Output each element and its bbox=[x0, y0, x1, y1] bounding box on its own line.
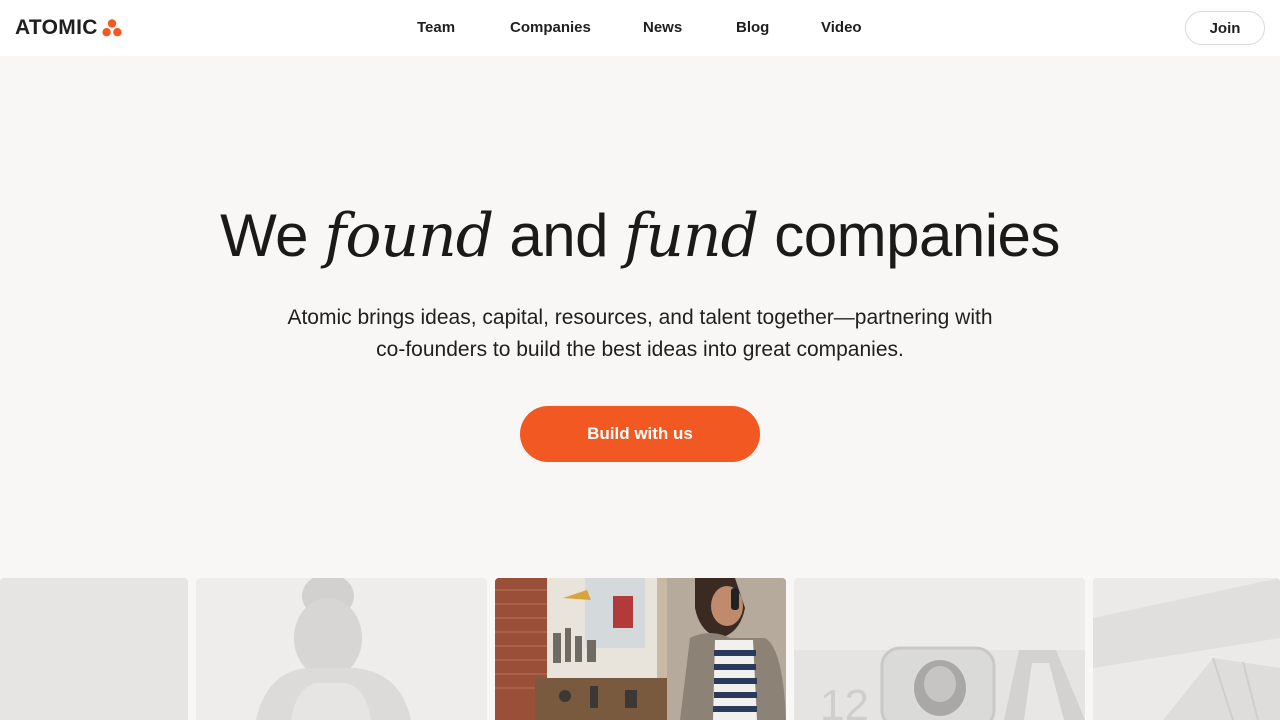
gallery-card-1[interactable] bbox=[0, 578, 188, 720]
gallery-card-4[interactable]: 12 bbox=[794, 578, 1085, 720]
hero-subtitle-line-2: co-founders to build the best ideas into… bbox=[376, 338, 904, 361]
interior-photo-icon bbox=[1093, 578, 1280, 720]
hero-title: We found and fund companies bbox=[0, 196, 1280, 276]
phone-app-photo-icon: 12 bbox=[794, 578, 1085, 720]
hero-title-companies: companies bbox=[774, 202, 1060, 269]
hero-title-fund: fund bbox=[624, 201, 759, 271]
gallery-card-3[interactable] bbox=[495, 578, 786, 720]
nav-item-companies[interactable]: Companies bbox=[510, 18, 591, 38]
hero-title-we: We bbox=[220, 202, 309, 269]
nav-item-team[interactable]: Team bbox=[417, 18, 455, 38]
nav-item-blog[interactable]: Blog bbox=[736, 18, 769, 38]
nav-item-video[interactable]: Video bbox=[821, 18, 862, 38]
top-navigation-bar: ATOMIC Team Companies News Blog Video Jo… bbox=[0, 0, 1280, 56]
person-phone-photo-icon bbox=[495, 578, 786, 720]
gallery-card-5[interactable] bbox=[1093, 578, 1280, 720]
build-with-us-button[interactable]: Build with us bbox=[520, 406, 760, 462]
gallery-card-2[interactable] bbox=[196, 578, 487, 720]
photo-carousel: 12 bbox=[0, 578, 1280, 720]
hero-title-found: found bbox=[324, 201, 494, 271]
photo-placeholder-icon bbox=[0, 578, 188, 720]
hero-subtitle: Atomic brings ideas, capital, resources,… bbox=[240, 302, 1040, 366]
phone-clock-text: 12 bbox=[820, 681, 869, 720]
nav-item-news[interactable]: News bbox=[643, 18, 682, 38]
hero-subtitle-line-1: Atomic brings ideas, capital, resources,… bbox=[287, 306, 993, 329]
main-nav: Team Companies News Blog Video bbox=[0, 0, 1280, 56]
person-photo-icon bbox=[196, 578, 487, 720]
hero-title-and: and bbox=[509, 202, 608, 269]
join-button[interactable]: Join bbox=[1185, 11, 1265, 45]
